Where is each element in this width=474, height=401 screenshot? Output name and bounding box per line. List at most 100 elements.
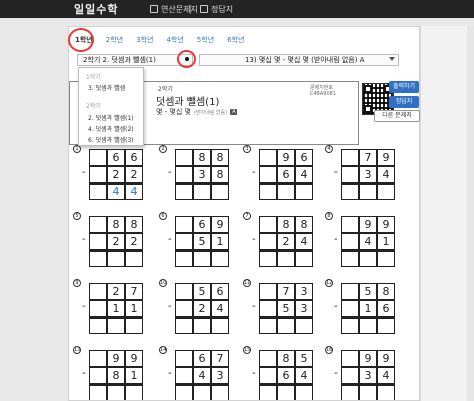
problem-number: 3 bbox=[243, 145, 251, 153]
subtrahend-digit: 4 bbox=[377, 367, 395, 384]
answer-cell[interactable] bbox=[211, 250, 229, 267]
problem-number: 6 bbox=[159, 212, 167, 220]
minuend-digit bbox=[175, 283, 193, 300]
answer-cell[interactable] bbox=[277, 384, 295, 400]
problem-number: 5 bbox=[73, 212, 81, 220]
digit-grid: 8838 bbox=[175, 149, 229, 200]
subtrahend-digit: 1 bbox=[359, 300, 377, 317]
answer-cell[interactable] bbox=[107, 250, 125, 267]
answer-cell[interactable] bbox=[359, 250, 377, 267]
problem-number: 12 bbox=[325, 279, 333, 287]
level-badge: A bbox=[230, 109, 238, 115]
answer-cell[interactable] bbox=[259, 384, 277, 400]
answer-cell[interactable] bbox=[89, 250, 107, 267]
answer-cell[interactable] bbox=[175, 250, 193, 267]
answer-cell[interactable] bbox=[295, 250, 313, 267]
answer-cell[interactable] bbox=[341, 317, 359, 334]
answer-cell[interactable]: 4 bbox=[125, 183, 143, 200]
minuend-digit: 8 bbox=[277, 350, 295, 367]
minus-sign: - bbox=[334, 368, 338, 379]
answer-cell[interactable] bbox=[377, 384, 395, 400]
answer-cell[interactable] bbox=[341, 384, 359, 400]
answer-cell[interactable] bbox=[107, 317, 125, 334]
answer-cell[interactable] bbox=[193, 384, 211, 400]
answer-cell[interactable] bbox=[89, 317, 107, 334]
nav-answer-sheet[interactable]: 정답지 bbox=[200, 1, 233, 17]
answer-cell[interactable] bbox=[295, 317, 313, 334]
tab-grade-6[interactable]: 6학년 bbox=[227, 35, 244, 45]
answer-cell[interactable] bbox=[125, 250, 143, 267]
chevron-down-icon[interactable] bbox=[389, 57, 395, 61]
subtrahend-digit: 8 bbox=[107, 367, 125, 384]
site-logo[interactable]: 일일수학 bbox=[74, 1, 118, 17]
problem-number: 11 bbox=[243, 279, 251, 287]
answer-cell[interactable] bbox=[341, 250, 359, 267]
result-line bbox=[259, 183, 313, 185]
digit-grid: 2711 bbox=[89, 283, 143, 334]
tab-grade-2[interactable]: 2학년 bbox=[106, 35, 123, 45]
digit-grid: 8824 bbox=[259, 216, 313, 267]
answer-cell[interactable] bbox=[259, 250, 277, 267]
minuend-digit: 6 bbox=[193, 350, 211, 367]
minus-sign: - bbox=[82, 301, 86, 312]
minuend-digit: 6 bbox=[107, 149, 125, 166]
dropdown-item[interactable]: 4. 덧셈과 뺄셈(2) bbox=[88, 124, 134, 133]
answer-cell[interactable] bbox=[341, 183, 359, 200]
answer-cell[interactable] bbox=[295, 183, 313, 200]
answer-cell[interactable] bbox=[89, 384, 107, 400]
answer-cell[interactable] bbox=[125, 317, 143, 334]
answer-cell[interactable] bbox=[359, 317, 377, 334]
answer-cell[interactable] bbox=[359, 183, 377, 200]
answer-cell[interactable] bbox=[107, 384, 125, 400]
answer-cell[interactable] bbox=[193, 250, 211, 267]
answer-cell[interactable] bbox=[211, 183, 229, 200]
tab-grade-3[interactable]: 3학년 bbox=[136, 35, 153, 45]
answer-cell[interactable] bbox=[277, 183, 295, 200]
result-line bbox=[175, 250, 229, 252]
minuend-digit: 8 bbox=[107, 216, 125, 233]
answer-cell[interactable] bbox=[377, 183, 395, 200]
problem-card: 58822- bbox=[73, 212, 143, 272]
tab-grade-4[interactable]: 4학년 bbox=[166, 35, 183, 45]
minuend-digit: 9 bbox=[107, 350, 125, 367]
answer-cell[interactable] bbox=[211, 317, 229, 334]
answer-cell[interactable] bbox=[175, 317, 193, 334]
answer-cell[interactable] bbox=[175, 183, 193, 200]
other-worksheet-button[interactable]: 다른 문제지 bbox=[374, 110, 420, 122]
subtrahend-digit bbox=[259, 166, 277, 183]
result-line bbox=[341, 317, 395, 319]
grade-tabs: 1학년 2학년 3학년 4학년 5학년 6학년 bbox=[75, 35, 257, 45]
tab-grade-5[interactable]: 5학년 bbox=[197, 35, 214, 45]
dropdown-item[interactable]: 6. 덧셈과 뺄셈(3) bbox=[88, 135, 134, 144]
result-line bbox=[341, 250, 395, 252]
answer-cell[interactable] bbox=[259, 183, 277, 200]
answer-sheet-button[interactable]: 정답지 bbox=[389, 96, 419, 108]
result-line bbox=[259, 317, 313, 319]
answer-cell[interactable] bbox=[359, 384, 377, 400]
lesson-select[interactable]: 13) 몇십 몇 - 몇십 몇 (받아내림 없음) A bbox=[199, 54, 399, 66]
answer-cell[interactable] bbox=[277, 317, 295, 334]
print-button[interactable]: 출력하기 bbox=[389, 81, 419, 93]
dropdown-item[interactable]: 3. 덧셈과 뺄셈 bbox=[88, 83, 125, 92]
answer-cell[interactable] bbox=[125, 384, 143, 400]
problem-number: 10 bbox=[159, 279, 167, 287]
minuend-digit bbox=[259, 149, 277, 166]
subtrahend-digit: 3 bbox=[359, 367, 377, 384]
answer-cell[interactable] bbox=[193, 317, 211, 334]
minuend-digit: 9 bbox=[211, 216, 229, 233]
answer-cell[interactable] bbox=[277, 250, 295, 267]
answer-cell[interactable]: 4 bbox=[107, 183, 125, 200]
unit-select[interactable]: 2학기 2. 덧셈과 뺄셈(1) bbox=[77, 54, 193, 66]
answer-cell[interactable] bbox=[193, 183, 211, 200]
answer-cell[interactable] bbox=[295, 384, 313, 400]
answer-cell[interactable] bbox=[377, 250, 395, 267]
dropdown-item[interactable]: 2. 덧셈과 뺄셈(1) bbox=[88, 113, 134, 122]
answer-cell[interactable] bbox=[377, 317, 395, 334]
result-line bbox=[259, 250, 313, 252]
answer-cell[interactable] bbox=[89, 183, 107, 200]
answer-cell[interactable] bbox=[175, 384, 193, 400]
scrollbar[interactable] bbox=[467, 26, 474, 401]
answer-cell[interactable] bbox=[259, 317, 277, 334]
answer-cell[interactable] bbox=[211, 384, 229, 400]
minuend-digit: 9 bbox=[377, 350, 395, 367]
